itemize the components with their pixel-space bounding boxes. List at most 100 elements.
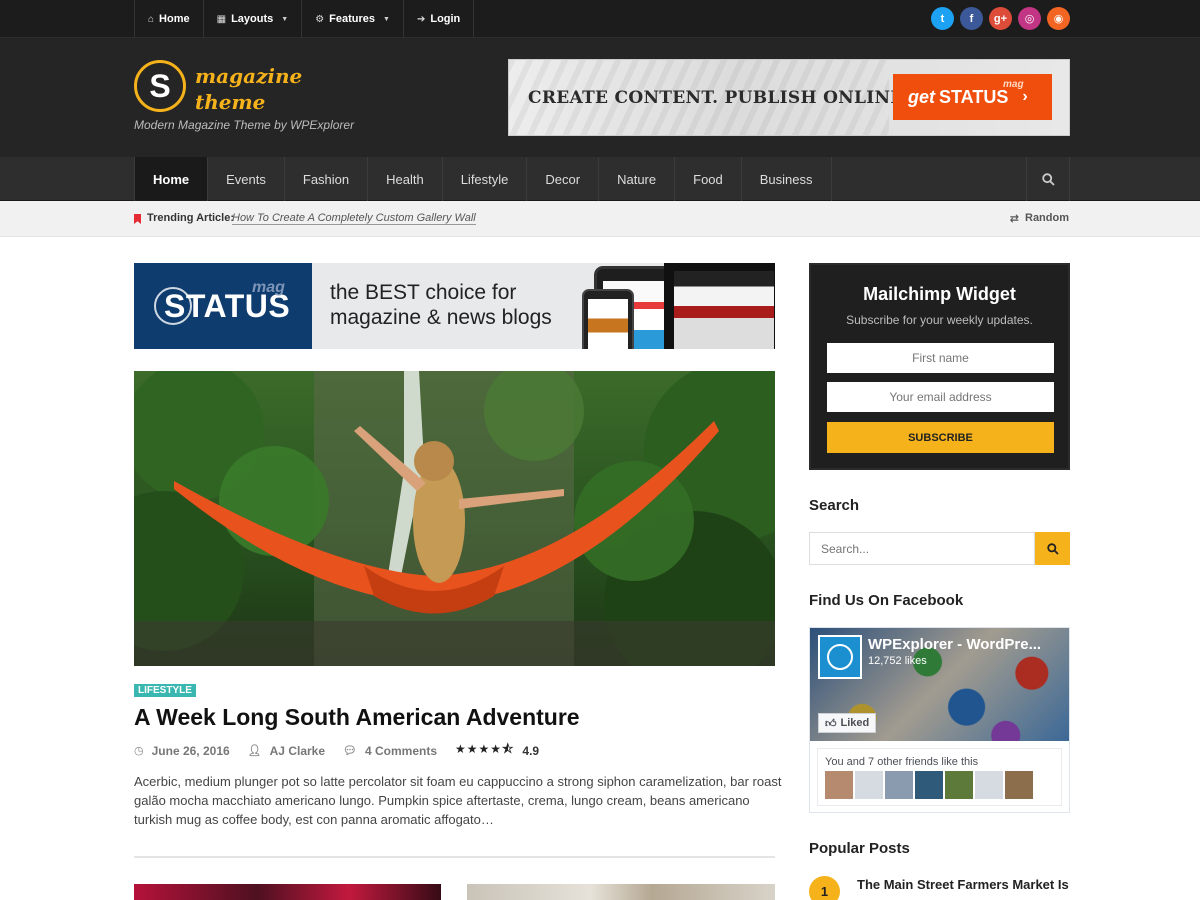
banner-text: the BEST choice for magazine & news blog… [330,280,552,330]
shuffle-icon: ⇄ [1009,213,1019,225]
chevron-right-icon: › [1022,88,1028,105]
desktop-mockup [664,263,775,349]
site-tagline: Modern Magazine Theme by WPExplorer [134,118,355,132]
avatar[interactable] [915,771,943,799]
hammock-jungle-photo [134,371,775,666]
rss-icon[interactable]: ◉ [1047,7,1070,30]
post-divider [134,856,775,858]
facebook-icon[interactable]: f [960,7,983,30]
facebook-liked-button[interactable]: 👍︎ Liked [818,713,877,733]
post-thumbnail[interactable] [134,884,441,900]
main-nav: Home Events Fashion Health Lifestyle Dec… [0,157,1200,201]
post-thumbnail[interactable] [467,884,775,900]
random-label: Random [1025,212,1069,224]
post-date: ◷ June 26, 2016 [134,744,230,758]
search-submit-button[interactable] [1035,532,1070,565]
top-nav-login[interactable]: ➔ Login [404,0,475,38]
grid-icon: ▦ [216,13,227,25]
nav-food[interactable]: Food [675,157,742,201]
search-icon [1046,542,1059,555]
twitter-icon[interactable]: t [931,7,954,30]
rating-value: 4.9 [522,743,540,758]
popular-posts-heading: Popular Posts [809,840,910,857]
nav-decor[interactable]: Decor [527,157,600,201]
home-icon: ⌂ [148,13,155,25]
trending-label: Trending Article: [147,212,234,224]
avatar[interactable] [1005,771,1033,799]
facebook-friends: You and 7 other friends like this [817,748,1062,806]
instagram-icon[interactable]: ◎ [1018,7,1041,30]
status-ad-banner[interactable]: STATUS mag the BEST choice for magazine … [134,263,775,349]
post-excerpt: Acerbic, medium plunger pot so latte per… [134,774,782,827]
first-name-field[interactable] [827,343,1054,373]
avatar[interactable] [945,771,973,799]
top-nav-home[interactable]: ⌂ Home [135,0,204,38]
ad-button-mag: mag [1003,79,1024,90]
avatar[interactable] [885,771,913,799]
top-nav-layouts-label: Layouts [231,13,274,25]
post-date-text: June 26, 2016 [151,743,230,758]
banner-mag: mag [252,279,285,296]
nav-nature[interactable]: Nature [599,157,676,201]
facebook-page-name[interactable]: WPExplorer - WordPre... [868,636,1041,653]
search-input[interactable] [809,532,1035,565]
ad-button-brand: STATUS [939,86,1009,107]
nav-home[interactable]: Home [135,157,209,201]
random-article-link[interactable]: ⇄ Random [1010,212,1069,225]
user-icon: 👤︎ [247,745,262,757]
top-nav-layouts[interactable]: ▦ Layouts ▼ [204,0,303,38]
facebook-page-avatar[interactable] [818,635,862,679]
avatar[interactable] [855,771,883,799]
post-author[interactable]: 👤︎ AJ Clarke [248,744,325,758]
ad-button-get: get [908,86,935,107]
banner-line-1: the BEST choice for [330,281,517,304]
facebook-liked-label: Liked [840,717,870,729]
top-nav-features-label: Features [329,13,376,25]
nav-business[interactable]: Business [742,157,832,201]
subscribe-button[interactable]: SUBSCRIBE [827,422,1054,453]
popular-post-title[interactable]: The Main Street Farmers Market Is [857,877,1069,892]
main-nav-links: Home Events Fashion Health Lifestyle Dec… [134,157,832,201]
nav-fashion[interactable]: Fashion [285,157,369,201]
caret-down-icon: ▼ [383,15,390,23]
post-comments-text: 4 Comments [364,743,438,758]
top-nav-login-label: Login [430,13,461,25]
friend-avatars [825,771,1033,799]
login-icon: ➔ [416,13,426,25]
nav-health[interactable]: Health [368,157,443,201]
thumbs-up-icon: 👍︎ [825,717,837,730]
bookmark-icon [134,214,141,224]
nav-lifestyle[interactable]: Lifestyle [443,157,528,201]
nav-events[interactable]: Events [208,157,285,201]
nav-search-button[interactable] [1026,157,1070,201]
facebook-friends-text: You and 7 other friends like this [825,756,979,768]
post-comments[interactable]: 💬︎ 4 Comments [343,744,437,758]
email-field[interactable] [827,382,1054,412]
avatar[interactable] [825,771,853,799]
logo-line-1: magazine [195,64,303,88]
site-header: S magazine theme Modern Magazine Theme b… [0,38,1200,157]
top-nav: ⌂ Home ▦ Layouts ▼ ⚙ Features ▼ ➔ Login [134,0,475,38]
gear-icon: ⚙ [315,13,325,25]
category-badge[interactable]: LIFESTYLE [134,684,196,697]
trending-bar: Trending Article: How To Create A Comple… [0,201,1200,237]
google-plus-icon[interactable]: g+ [989,7,1012,30]
post-title[interactable]: A Week Long South American Adventure [134,704,580,731]
phone-mockup [582,289,634,349]
avatar[interactable] [975,771,1003,799]
top-bar: ⌂ Home ▦ Layouts ▼ ⚙ Features ▼ ➔ Login … [0,0,1200,38]
site-logo-text[interactable]: magazine theme [195,63,302,115]
top-nav-features[interactable]: ⚙ Features ▼ [302,0,404,38]
logo-line-2: theme [195,90,266,114]
mailchimp-title: Mailchimp Widget [863,284,1016,304]
logo-icon[interactable]: S [134,60,186,112]
social-links: t f g+ ◎ ◉ [931,7,1070,30]
ad-get-status-button[interactable]: get STATUS mag › [893,74,1052,120]
trending-article-link[interactable]: How To Create A Completely Custom Galler… [232,212,476,225]
ad-headline: CREATE CONTENT. PUBLISH ONLINE. [528,88,910,108]
header-ad-banner[interactable]: CREATE CONTENT. PUBLISH ONLINE. get STAT… [508,59,1070,136]
featured-image[interactable] [134,371,775,666]
facebook-heading: Find Us On Facebook [809,592,964,609]
facebook-likes-count: 12,752 likes [868,655,927,667]
post-meta: ◷ June 26, 2016 👤︎ AJ Clarke 💬︎ 4 Commen… [134,740,539,761]
